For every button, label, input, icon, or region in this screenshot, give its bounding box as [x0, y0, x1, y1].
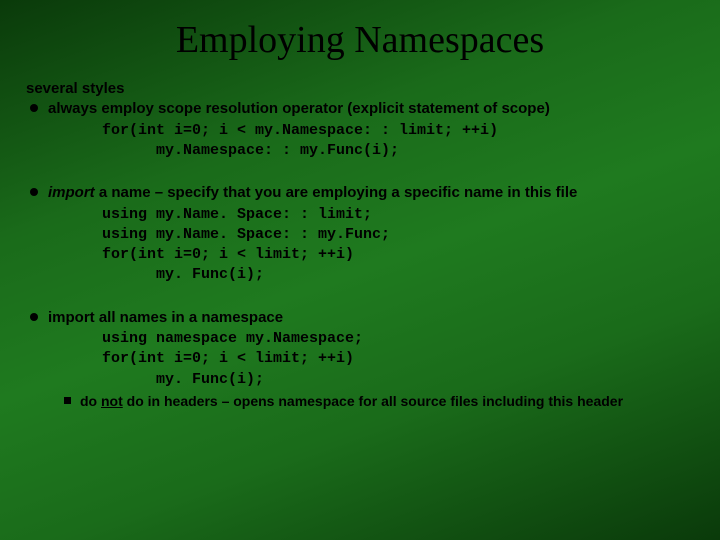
intro-text: several styles: [26, 80, 694, 97]
code-line: for(int i=0; i < my.Namespace: : limit; …: [102, 122, 498, 139]
code-line: my. Func(i);: [102, 265, 694, 285]
code-line: for(int i=0; i < limit; ++i): [102, 246, 354, 263]
sub-bullet-1: do not do in headers – opens namespace f…: [62, 392, 694, 410]
slide: Employing Namespaces several styles alwa…: [0, 0, 720, 540]
bullet-3-text: import all names in a namespace: [48, 308, 694, 328]
bullet-3-code: using namespace my.Namespace; for(int i=…: [102, 329, 694, 390]
bullet-2-rest: a name – specify that you are employing …: [95, 184, 578, 201]
bullet-3: import all names in a namespace using na…: [26, 308, 694, 410]
bullet-2-text: import a name – specify that you are emp…: [48, 183, 694, 203]
sub-text-not: not: [101, 393, 123, 409]
slide-title: Employing Namespaces: [26, 18, 694, 62]
code-line: using my.Name. Space: : my.Func;: [102, 226, 390, 243]
sub-bullet-list: do not do in headers – opens namespace f…: [48, 392, 694, 410]
bullet-1-text-b: (explicit statement of scope): [347, 100, 550, 117]
code-line: my.Namespace: : my.Func(i);: [102, 141, 694, 161]
bullet-2-code: using my.Name. Space: : limit; using my.…: [102, 205, 694, 286]
bullet-1-text: always employ scope resolution operator …: [48, 99, 694, 119]
code-line: my. Func(i);: [102, 370, 694, 390]
bullet-2: import a name – specify that you are emp…: [26, 183, 694, 286]
bullet-1-code: for(int i=0; i < my.Namespace: : limit; …: [102, 121, 694, 162]
bullet-2-italic: import: [48, 184, 95, 201]
bullet-list: always employ scope resolution operator …: [26, 99, 694, 410]
bullet-1: always employ scope resolution operator …: [26, 99, 694, 161]
code-line: using my.Name. Space: : limit;: [102, 206, 372, 223]
sub-text-a: do: [80, 393, 101, 409]
bullet-1-text-a: always employ scope resolution operator: [48, 100, 347, 117]
sub-text-b: do in headers – opens namespace for all …: [123, 393, 623, 409]
code-line: for(int i=0; i < limit; ++i): [102, 350, 354, 367]
code-line: using namespace my.Namespace;: [102, 330, 363, 347]
